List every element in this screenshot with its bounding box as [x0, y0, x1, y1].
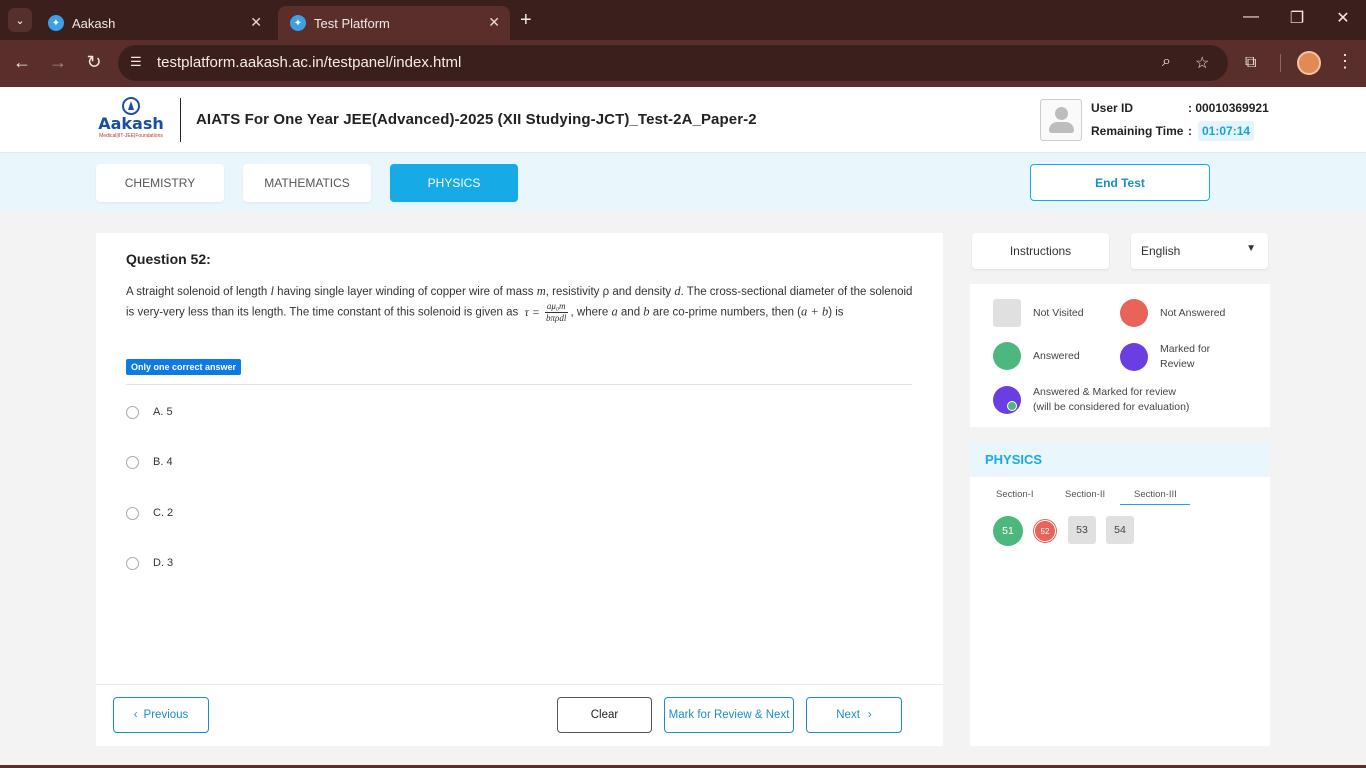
- question-divider: [126, 384, 912, 385]
- marked-review-swatch: [1120, 343, 1148, 371]
- close-tab-icon[interactable]: ✕: [250, 14, 262, 31]
- option-radio[interactable]: [126, 455, 139, 469]
- minimize-icon[interactable]: —: [1228, 8, 1274, 26]
- next-label: Next: [836, 709, 860, 721]
- palette-header: PHYSICS: [970, 443, 1270, 477]
- option-label: C. 2: [153, 507, 174, 519]
- option-radio[interactable]: [126, 405, 139, 419]
- address-bar[interactable]: ☰ testplatform.aakash.ac.in/testpanel/in…: [118, 45, 1228, 81]
- browser-menu-icon[interactable]: ⋮: [1336, 51, 1354, 72]
- question-panel: Question 52: A straight solenoid of leng…: [96, 233, 943, 746]
- clear-button[interactable]: Clear: [557, 697, 652, 733]
- option-radio[interactable]: [126, 506, 139, 520]
- palette-question-54[interactable]: 54: [1106, 516, 1134, 544]
- forward-icon[interactable]: →: [46, 52, 70, 73]
- previous-button[interactable]: ‹ Previous: [113, 697, 209, 733]
- close-tab-icon[interactable]: ✕: [488, 14, 500, 31]
- option-label: B. 4: [153, 456, 173, 468]
- app-header: Aakash Medical|IIT-JEE|Foundations AIATS…: [0, 87, 1366, 153]
- option-b[interactable]: B. 4: [126, 452, 173, 472]
- option-radio[interactable]: [126, 556, 139, 570]
- browser-toolbar: ← → ↻ ☰ testplatform.aakash.ac.in/testpa…: [0, 40, 1366, 87]
- time-constant-formula: τ = aμ₀m bπρdl: [524, 301, 568, 323]
- back-icon[interactable]: ←: [10, 52, 34, 73]
- url-text: testplatform.aakash.ac.in/testpanel/inde…: [157, 54, 462, 71]
- header-divider: [180, 98, 181, 142]
- browser-tab-aakash[interactable]: ✦ Aakash ✕: [36, 6, 272, 40]
- tab-search-chevron-icon[interactable]: ⌄: [8, 8, 32, 32]
- next-button[interactable]: Next ›: [806, 697, 902, 733]
- instructions-button[interactable]: Instructions: [972, 233, 1109, 269]
- window-close-icon[interactable]: ✕: [1320, 8, 1366, 28]
- aakash-favicon-icon: ✦: [48, 15, 64, 31]
- question-palette: PHYSICS Section-I Section-II Section-III…: [970, 443, 1270, 746]
- new-tab-icon[interactable]: +: [520, 9, 532, 32]
- aakash-logo: Aakash Medical|IIT-JEE|Foundations: [96, 97, 166, 141]
- option-label: D. 3: [153, 557, 174, 569]
- palette-question-53[interactable]: 53: [1068, 516, 1096, 544]
- browser-tab-test-platform[interactable]: ✦ Test Platform ✕: [278, 6, 510, 40]
- palette-question-51[interactable]: 51: [993, 516, 1023, 546]
- legend-not-visited: Not Visited: [993, 299, 1084, 327]
- section-tab-1[interactable]: Section-I: [996, 489, 1034, 500]
- answer-type-badge: Only one correct answer: [126, 359, 242, 375]
- legend-marked-review: Marked for Review: [1120, 342, 1210, 372]
- tab-title: Aakash: [72, 15, 116, 31]
- user-id-label: User ID: [1091, 101, 1134, 115]
- section-tab-2[interactable]: Section-II: [1065, 489, 1105, 500]
- option-d[interactable]: D. 3: [126, 553, 173, 573]
- user-avatar-icon: [1040, 99, 1082, 141]
- mark-review-next-button[interactable]: Mark for Review & Next: [664, 697, 794, 733]
- language-select[interactable]: English ▼: [1131, 233, 1268, 269]
- aakash-favicon-icon: ✦: [290, 15, 306, 31]
- test-title: AIATS For One Year JEE(Advanced)-2025 (X…: [196, 111, 757, 128]
- option-c[interactable]: C. 2: [126, 503, 173, 523]
- option-a[interactable]: A. 5: [126, 402, 173, 422]
- status-legend: Not Visited Not Answered Answered Marked…: [970, 284, 1270, 427]
- section-tab-3[interactable]: Section-III: [1134, 489, 1177, 500]
- not-visited-swatch: [993, 299, 1021, 327]
- chevron-left-icon: ‹: [133, 709, 138, 721]
- bookmark-star-icon[interactable]: ☆: [1195, 53, 1209, 73]
- active-section-indicator: [1120, 504, 1190, 505]
- tab-title: Test Platform: [314, 15, 390, 31]
- palette-question-52[interactable]: 52: [1034, 520, 1056, 542]
- legend-not-answered: Not Answered: [1120, 299, 1225, 327]
- question-text: A straight solenoid of length l having s…: [126, 284, 913, 323]
- tab-physics[interactable]: PHYSICS: [390, 164, 518, 202]
- subject-bar: CHEMISTRY MATHEMATICS PHYSICS End Test: [0, 153, 1366, 211]
- answered-marked-swatch: [993, 386, 1021, 414]
- zoom-icon[interactable]: ⌕: [1162, 53, 1171, 71]
- footer-divider: [96, 684, 943, 685]
- logo-tagline: Medical|IIT-JEE|Foundations: [99, 133, 163, 139]
- site-info-icon[interactable]: ☰: [130, 54, 148, 72]
- logo-text: Aakash: [98, 114, 164, 133]
- end-test-button[interactable]: End Test: [1030, 164, 1210, 201]
- option-label: A. 5: [153, 406, 173, 418]
- not-answered-swatch: [1120, 299, 1148, 327]
- toolbar-separator: [1280, 54, 1281, 72]
- remaining-time-value: 01:07:14: [1198, 121, 1255, 141]
- tab-mathematics[interactable]: MATHEMATICS: [243, 164, 371, 202]
- reload-icon[interactable]: ↻: [82, 52, 106, 73]
- restore-icon[interactable]: ❐: [1274, 8, 1320, 28]
- remaining-time-colon: :: [1188, 124, 1192, 138]
- chevron-down-icon: ▼: [1246, 243, 1256, 254]
- browser-tab-bar: ⌄ ✦ Aakash ✕ ✦ Test Platform ✕ + — ❐ ✕: [0, 0, 1366, 40]
- logo-emblem-icon: [122, 97, 140, 115]
- legend-answered: Answered: [993, 342, 1080, 370]
- legend-answered-marked: Answered & Marked for review (will be con…: [993, 385, 1189, 415]
- language-value: English: [1141, 244, 1181, 258]
- extensions-icon[interactable]: ⧉: [1245, 54, 1256, 72]
- answered-swatch: [993, 342, 1021, 370]
- palette-title: PHYSICS: [985, 452, 1043, 467]
- tab-chemistry[interactable]: CHEMISTRY: [96, 164, 224, 202]
- previous-label: Previous: [143, 709, 189, 721]
- remaining-time-label: Remaining Time: [1091, 124, 1184, 138]
- chevron-right-icon: ›: [867, 709, 872, 721]
- user-id-value: : 00010369921: [1188, 101, 1269, 115]
- profile-avatar[interactable]: [1297, 51, 1321, 75]
- question-title: Question 52:: [126, 251, 211, 267]
